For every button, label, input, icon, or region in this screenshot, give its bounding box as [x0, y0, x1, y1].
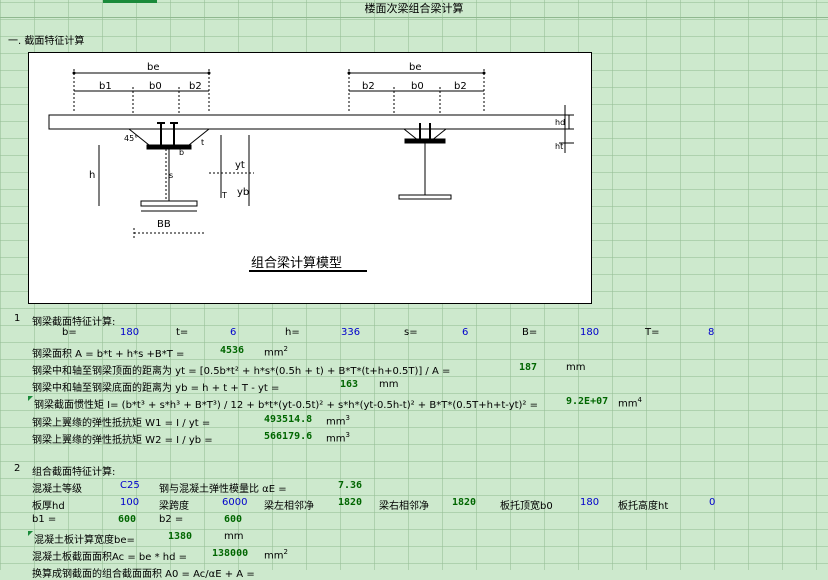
be-row: 混凝土板计算宽度be=: [28, 531, 135, 546]
w2-label: 钢梁上翼缘的弹性抵抗矩 W2 = I / yb =: [32, 435, 213, 446]
haunch-top-width-label: 板托顶宽b0: [500, 501, 553, 512]
yb-label: 钢梁中和轴至钢梁底面的距离为 yb = h + t + T - yt =: [32, 383, 280, 394]
label-be-left: be: [147, 62, 160, 73]
w1-value: 493514.8: [264, 414, 313, 425]
label-ht: ht: [555, 142, 563, 151]
label-be-right: be: [409, 62, 422, 73]
haunch-top-width-value[interactable]: 180: [580, 497, 599, 508]
inertia-value: 9.2E+07: [566, 396, 609, 407]
label-hd: hd: [555, 118, 565, 127]
param-b-label: b=: [62, 327, 77, 338]
inertia-label: 钢梁截面惯性矩 I= (b*t³ + s*h³ + B*T³) / 12 + b…: [34, 400, 538, 411]
section-num-1: 1: [14, 313, 21, 324]
right-clear-value: 1820: [452, 497, 477, 508]
section-heading: 一. 截面特征计算: [8, 36, 85, 47]
slab-thickness-label: 板厚hd: [32, 501, 65, 512]
label-45deg: 45°: [124, 134, 138, 143]
haunch-height-value[interactable]: 0: [709, 497, 715, 508]
left-clear-label: 梁左相邻净: [264, 501, 314, 512]
b1-value: 600: [118, 514, 137, 525]
param-s-label: s=: [404, 327, 418, 338]
w2-unit: mm3: [326, 431, 350, 445]
span-label: 梁跨度: [159, 501, 189, 512]
param-T-value[interactable]: 8: [708, 327, 714, 338]
composite-beam-figure: be b1 b0 b2 be b2 b0 b2 hd ht h yt yb T …: [28, 52, 592, 304]
modulus-ratio-label: 钢与混凝土弹性模量比 αE =: [159, 484, 287, 495]
area-value: 4536: [220, 345, 245, 356]
haunch-height-label: 板托高度ht: [618, 501, 669, 512]
label-yb: yb: [237, 187, 249, 198]
yt-label: 钢梁中和轴至钢梁顶面的距离为 yt = [0.5b*t² + h*s*(0.5h…: [32, 366, 451, 377]
section-num-2: 2: [14, 463, 21, 474]
composite-heading: 组合截面特征计算:: [32, 467, 116, 478]
area-label: 钢梁面积 A = b*t + h*s +B*T =: [32, 349, 185, 360]
w2-value: 566179.6: [264, 431, 313, 442]
yt-value: 187: [519, 362, 538, 373]
label-b0-right: b0: [411, 81, 424, 92]
label-h: h: [89, 170, 95, 181]
label-b2-left: b2: [189, 81, 202, 92]
b1-label: b1 =: [32, 514, 57, 525]
param-t-value[interactable]: 6: [230, 327, 236, 338]
label-T: T: [221, 191, 227, 200]
label-yt: yt: [235, 160, 245, 171]
ac-value: 138000: [212, 548, 249, 559]
yb-unit: mm: [379, 379, 399, 390]
area-unit: mm2: [264, 345, 288, 359]
modulus-ratio-value: 7.36: [338, 480, 363, 491]
param-s-value[interactable]: 6: [462, 327, 468, 338]
concrete-grade-value[interactable]: C25: [120, 480, 140, 491]
label-b-side: b: [179, 148, 184, 157]
label-b2-right-a: b2: [362, 81, 375, 92]
a0-label-partial: 换算成钢截面的组合截面面积 A0 = Ac/αE + A =: [32, 569, 255, 580]
param-T-label: T=: [645, 327, 660, 338]
concrete-grade-label: 混凝土等级: [32, 484, 82, 495]
figure-caption: 组合梁计算模型: [251, 256, 342, 271]
beam-drawing: be b1 b0 b2 be b2 b0 b2 hd ht h yt yb T …: [48, 62, 574, 272]
param-h-value[interactable]: 336: [341, 327, 360, 338]
page-title: 楼面次梁组合梁计算: [0, 0, 828, 18]
slab-thickness-value[interactable]: 100: [120, 497, 139, 508]
param-h-label: h=: [285, 327, 300, 338]
b2-label: b2 =: [159, 514, 184, 525]
left-clear-value: 1820: [338, 497, 363, 508]
param-b-value[interactable]: 180: [120, 327, 139, 338]
steel-heading: 钢梁截面特征计算:: [32, 317, 116, 328]
yb-value: 163: [340, 379, 359, 390]
yt-unit: mm: [566, 362, 586, 373]
b2-value: 600: [224, 514, 243, 525]
be-unit: mm: [224, 531, 244, 542]
label-t: t: [201, 138, 204, 147]
comment-marker-icon: [28, 531, 33, 536]
inertia-unit: mm4: [618, 396, 642, 410]
right-clear-label: 梁右相邻净: [379, 501, 429, 512]
span-value[interactable]: 6000: [222, 497, 247, 508]
ac-label: 混凝土板截面面积Ac = be * hd =: [32, 552, 187, 563]
ac-unit: mm2: [264, 548, 288, 562]
param-B-label: B=: [522, 327, 538, 338]
comment-marker-icon: [28, 396, 33, 401]
label-b2-right-b: b2: [454, 81, 467, 92]
param-t-label: t=: [176, 327, 189, 338]
label-BB: BB: [157, 219, 171, 230]
be-label: 混凝土板计算宽度be=: [34, 535, 135, 546]
param-B-value[interactable]: 180: [580, 327, 599, 338]
w1-unit: mm3: [326, 414, 350, 428]
label-s: s: [169, 171, 173, 180]
w1-label: 钢梁上翼缘的弹性抵抗矩 W1 = I / yt =: [32, 418, 211, 429]
be-value: 1380: [168, 531, 193, 542]
label-b0-left: b0: [149, 81, 162, 92]
inertia-row: 钢梁截面惯性矩 I= (b*t³ + s*h³ + B*T³) / 12 + b…: [28, 396, 538, 411]
label-b1: b1: [99, 81, 112, 92]
